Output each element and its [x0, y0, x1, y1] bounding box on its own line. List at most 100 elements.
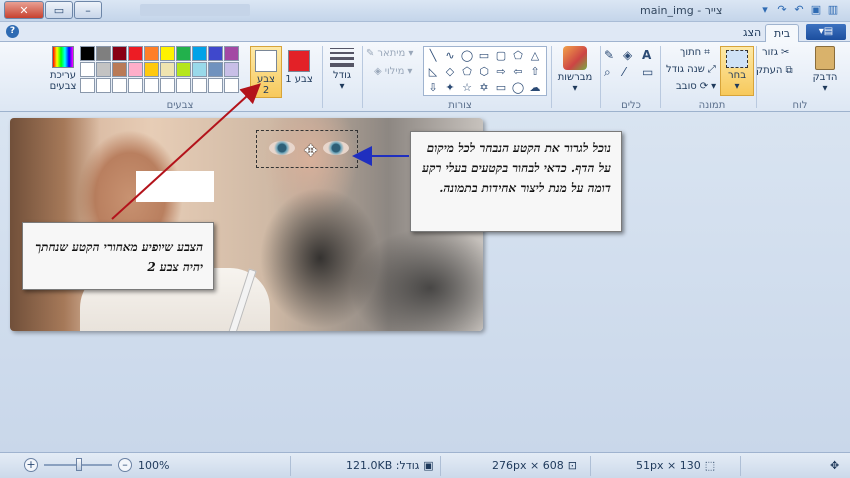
save-icon[interactable]: ▣ — [809, 3, 823, 17]
rotate-button[interactable]: ▾ ⟳ סובב — [676, 81, 716, 92]
palette-swatch[interactable] — [128, 46, 143, 61]
color-picker-icon[interactable]: ⁄ — [623, 65, 639, 80]
shapes-group-label: צורות — [448, 100, 472, 111]
palette-swatch[interactable] — [144, 62, 159, 77]
star5-shape-icon[interactable]: ☆ — [459, 80, 475, 95]
pentagon-shape-icon[interactable]: ⬠ — [459, 64, 475, 79]
color-palette[interactable] — [80, 46, 239, 93]
fill-button[interactable]: ▾ מילוי ◈ — [374, 66, 412, 77]
palette-swatch[interactable] — [128, 78, 143, 93]
line-shape-icon[interactable]: ╲ — [425, 48, 441, 63]
palette-swatch[interactable] — [192, 78, 207, 93]
edit-colors-button[interactable]: עריכת צבעים — [46, 46, 80, 92]
fill-bucket-icon[interactable]: ◈ — [623, 48, 639, 62]
text-icon[interactable]: A — [642, 48, 658, 62]
app-menu-icon[interactable]: ▥ — [826, 3, 840, 17]
crop-button[interactable]: ⌗ חתוך — [680, 47, 710, 58]
rectangle-shape-icon[interactable]: ▭ — [476, 48, 492, 63]
magnifier-icon[interactable]: ⌕ — [604, 65, 620, 80]
cloud-shape-icon[interactable]: ☁ — [527, 80, 543, 95]
file-menu-button[interactable]: ▾▤ — [806, 24, 846, 40]
select-button[interactable]: בחר ▾ — [720, 46, 754, 96]
outline-button[interactable]: ▾ מיתאר ✎ — [366, 48, 413, 59]
palette-swatch[interactable] — [208, 78, 223, 93]
palette-swatch[interactable] — [160, 78, 175, 93]
zoom-in-button[interactable]: + — [24, 458, 38, 472]
hexagon-shape-icon[interactable]: ⬡ — [476, 64, 492, 79]
cut-area-background — [136, 171, 214, 202]
palette-swatch[interactable] — [96, 78, 111, 93]
cut-button[interactable]: ✂ גזור — [762, 47, 789, 58]
color2-selector[interactable]: צבע 2 — [250, 46, 282, 98]
paste-button[interactable]: הדבק ▾ — [808, 46, 842, 94]
palette-swatch[interactable] — [144, 46, 159, 61]
help-icon[interactable]: ? — [6, 25, 19, 38]
resize-button[interactable]: ⤢ שנה גודל — [666, 64, 716, 75]
zoom-slider-thumb[interactable] — [76, 458, 82, 471]
arrow-down-shape-icon[interactable]: ⇩ — [425, 80, 441, 95]
arrow-up-shape-icon[interactable]: ⇧ — [527, 64, 543, 79]
rounded-rect-shape-icon[interactable]: ▢ — [493, 48, 509, 63]
palette-swatch[interactable] — [112, 62, 127, 77]
crop-icon: ⌗ — [704, 47, 710, 58]
zoom-out-button[interactable]: – — [118, 458, 132, 472]
status-bar: + – 100% ▣ גודל: 121.0KB ⊡ 608 × 276px ⬚ 13… — [0, 452, 850, 478]
clipboard-group-label: לוח — [792, 100, 808, 111]
image-size-icon: ⊡ — [567, 459, 577, 472]
palette-swatch[interactable] — [112, 46, 127, 61]
palette-swatch[interactable] — [80, 62, 95, 77]
diamond-shape-icon[interactable]: ◇ — [442, 64, 458, 79]
file-size-readout: ▣ גודל: 121.0KB — [346, 459, 434, 472]
palette-swatch[interactable] — [208, 46, 223, 61]
polygon-shape-icon[interactable]: ⬠ — [510, 48, 526, 63]
palette-swatch[interactable] — [144, 78, 159, 93]
color1-selector[interactable]: צבע 1 — [283, 46, 315, 98]
pencil-icon[interactable]: ✎ — [604, 48, 620, 62]
triangle-shape-icon[interactable]: △ — [527, 48, 543, 63]
palette-swatch[interactable] — [208, 62, 223, 77]
blurred-window-title — [140, 4, 250, 16]
oval-shape-icon[interactable]: ◯ — [459, 48, 475, 63]
colors-group-label: צבעים — [166, 100, 194, 111]
redo-icon[interactable]: ↷ — [775, 3, 789, 17]
palette-swatch[interactable] — [224, 62, 239, 77]
customize-quick-access-icon[interactable]: ▾ — [758, 3, 772, 17]
brushes-button[interactable]: מברשות ▾ — [555, 46, 595, 94]
color1-swatch — [288, 50, 310, 72]
close-button[interactable]: ✕ — [4, 1, 44, 19]
palette-swatch[interactable] — [96, 62, 111, 77]
rotate-icon: ⟳ — [699, 81, 709, 92]
star6-shape-icon[interactable]: ✡ — [476, 80, 492, 95]
palette-swatch[interactable] — [160, 62, 175, 77]
selection-size-readout: ⬚ 130 × 51px — [636, 459, 716, 472]
curve-shape-icon[interactable]: ∿ — [442, 48, 458, 63]
size-button[interactable]: גודל ▾ — [326, 46, 358, 92]
palette-swatch[interactable] — [160, 46, 175, 61]
copy-button[interactable]: ⧉ העתק — [756, 65, 793, 76]
palette-swatch[interactable] — [128, 62, 143, 77]
undo-icon[interactable]: ↶ — [792, 3, 806, 17]
callout-rect-shape-icon[interactable]: ▭ — [493, 80, 509, 95]
palette-swatch[interactable] — [80, 78, 95, 93]
palette-swatch[interactable] — [224, 46, 239, 61]
palette-swatch[interactable] — [176, 78, 191, 93]
minimize-button[interactable]: – — [74, 1, 102, 19]
right-triangle-shape-icon[interactable]: ◺ — [425, 64, 441, 79]
arrow-right-shape-icon[interactable]: ⇨ — [493, 64, 509, 79]
eraser-icon[interactable]: ▭ — [642, 65, 658, 80]
palette-swatch[interactable] — [96, 46, 111, 61]
palette-swatch[interactable] — [224, 78, 239, 93]
palette-swatch[interactable] — [176, 46, 191, 61]
palette-swatch[interactable] — [176, 62, 191, 77]
star4-shape-icon[interactable]: ✦ — [442, 80, 458, 95]
clipboard-icon — [815, 46, 835, 70]
palette-swatch[interactable] — [112, 78, 127, 93]
callout-oval-shape-icon[interactable]: ◯ — [510, 80, 526, 95]
shapes-gallery[interactable]: ╲ ∿ ◯ ▭ ▢ ⬠ △ ◺ ◇ ⬠ ⬡ ⇨ ⇦ ⇧ ⇩ ✦ ☆ ✡ ▭ ◯ … — [423, 46, 547, 96]
palette-swatch[interactable] — [192, 46, 207, 61]
arrow-left-shape-icon[interactable]: ⇦ — [510, 64, 526, 79]
palette-swatch[interactable] — [80, 46, 95, 61]
palette-swatch[interactable] — [192, 62, 207, 77]
tab-home[interactable]: בית — [765, 24, 800, 42]
maximize-button[interactable]: ▭ — [45, 1, 73, 19]
